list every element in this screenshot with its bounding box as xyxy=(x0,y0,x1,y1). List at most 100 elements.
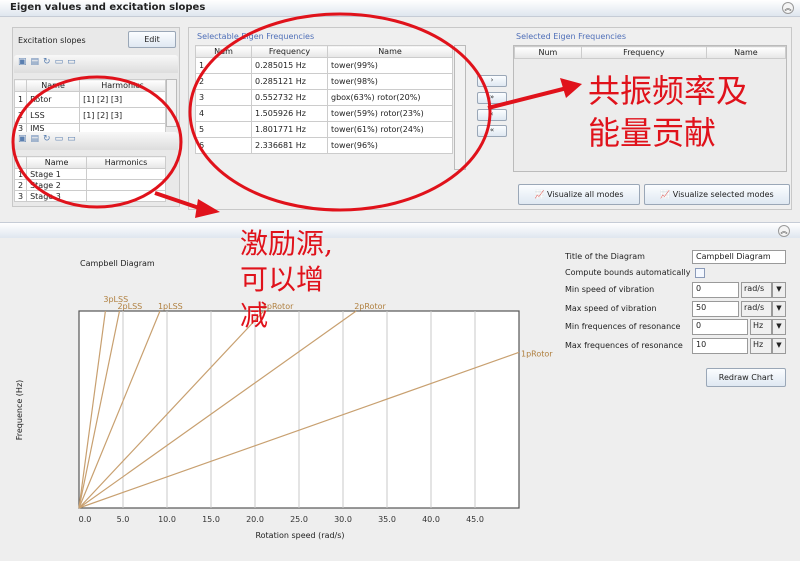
unit-select[interactable]: rad/s xyxy=(741,282,772,298)
chevron-down-icon[interactable]: ▼ xyxy=(772,300,786,317)
col-name[interactable]: Name xyxy=(26,156,88,169)
title-input[interactable]: Campbell Diagram xyxy=(692,250,786,264)
col-name[interactable]: Name xyxy=(327,45,453,58)
col-name[interactable]: Name xyxy=(705,46,787,59)
col-harmonics[interactable]: Harmonics xyxy=(79,79,166,92)
annotation-text: 能量贡献 xyxy=(588,114,717,152)
table-row[interactable]: 4 1.505926 Hz tower(59%) rotor(23%) xyxy=(195,105,453,122)
cell-num: 4 xyxy=(195,105,252,122)
row-num: 1 xyxy=(13,91,28,108)
table-row[interactable]: 2 0.285121 Hz tower(98%) xyxy=(195,73,453,90)
setting-label: Max speed of vibration xyxy=(565,303,657,313)
x-tick-label: 30.0 xyxy=(334,515,352,524)
cell-name[interactable]: Rotor xyxy=(26,91,81,108)
add-one-button[interactable]: › xyxy=(477,75,507,87)
cell-name: gbox(63%) rotor(20%) xyxy=(327,89,453,106)
col-frequency[interactable]: Frequency xyxy=(580,46,707,59)
setting-input[interactable]: 0 xyxy=(692,319,748,335)
x-tick-label: 25.0 xyxy=(290,515,308,524)
edit-button[interactable]: Edit xyxy=(128,31,176,48)
redraw-button[interactable]: Redraw Chart xyxy=(706,368,786,387)
export-icon[interactable]: ▭ xyxy=(67,57,80,67)
scrollbar[interactable] xyxy=(454,45,466,170)
annotation-text: 减 xyxy=(240,299,269,332)
setting-input[interactable]: 50 xyxy=(692,300,739,317)
cell-harmonics[interactable]: [1] [2] [3] xyxy=(79,91,166,108)
setting-input[interactable]: 10 xyxy=(692,337,748,354)
table-row[interactable]: 6 2.336681 Hz tower(96%) xyxy=(195,137,453,154)
col-num[interactable]: Num xyxy=(195,45,252,58)
col-harmonics[interactable]: Harmonics xyxy=(86,156,166,169)
col-num[interactable]: Num xyxy=(514,46,582,59)
collapse-icon[interactable]: ︽ xyxy=(782,2,794,14)
add-icon[interactable]: ↻ xyxy=(43,57,55,67)
x-tick-label: 15.0 xyxy=(202,515,220,524)
cell-num: 6 xyxy=(195,137,252,154)
x-tick-label: 20.0 xyxy=(246,515,264,524)
table-row[interactable]: 2 LSS [1] [2] [3] xyxy=(13,107,166,124)
excitation-label: Excitation slopes xyxy=(18,36,86,45)
unit-select[interactable]: Hz xyxy=(750,319,772,335)
table-row[interactable]: 3 0.552732 Hz gbox(63%) rotor(20%) xyxy=(195,89,453,106)
cell-name[interactable]: LSS xyxy=(26,107,81,124)
table-row[interactable]: 1 0.285015 Hz tower(99%) xyxy=(195,57,453,74)
selectable-title: Selectable Eigen Frequencies xyxy=(197,32,315,41)
chevron-down-icon[interactable]: ▼ xyxy=(772,282,786,298)
unit-select[interactable]: rad/s xyxy=(741,300,772,317)
chart-title: Campbell Diagram xyxy=(80,259,155,268)
export-icon[interactable]: ▭ xyxy=(67,134,80,144)
copy-icon[interactable]: ▣ xyxy=(18,57,31,67)
table-row[interactable]: 1 Stage 1 xyxy=(13,168,166,180)
panel-header-eigen: Eigen values and excitation slopes xyxy=(0,0,800,17)
cell-name[interactable]: Stage 1 xyxy=(26,168,88,180)
series-label: 1pRotor xyxy=(521,349,553,358)
cell-name: tower(61%) rotor(24%) xyxy=(327,121,453,138)
row-num: 1 xyxy=(13,168,28,180)
add-all-button[interactable]: » xyxy=(477,92,507,104)
visualize-all-button[interactable]: 📈 Visualize all modes xyxy=(518,184,640,205)
paste-icon[interactable]: ▤ xyxy=(31,57,44,67)
table-row[interactable]: 2 Stage 2 xyxy=(13,179,166,191)
table-row[interactable]: 5 1.801771 Hz tower(61%) rotor(24%) xyxy=(195,121,453,138)
remove-all-button[interactable]: « xyxy=(477,125,507,137)
visualize-selected-label: Visualize selected modes xyxy=(672,190,774,199)
visualize-selected-button[interactable]: 📈 Visualize selected modes xyxy=(644,184,790,205)
chevron-down-icon[interactable]: ▼ xyxy=(772,319,786,335)
setting-input[interactable]: 0 xyxy=(692,282,739,298)
col-frequency[interactable]: Frequency xyxy=(251,45,328,58)
cell-harmonics[interactable]: [1] [2] [3] xyxy=(79,107,166,124)
row-num: 2 xyxy=(13,107,28,124)
cell-frequency: 0.285121 Hz xyxy=(251,73,328,90)
compute-checkbox[interactable] xyxy=(695,268,705,278)
series-label: 1pLSS xyxy=(158,302,183,311)
compute-label: Compute bounds automatically xyxy=(565,268,691,277)
annotation-text: 激励源, xyxy=(240,227,333,260)
chevron-down-icon[interactable]: ▼ xyxy=(772,337,786,354)
row-num: 3 xyxy=(13,190,28,202)
unit-select[interactable]: Hz xyxy=(750,337,772,354)
col-name[interactable]: Name xyxy=(26,79,81,92)
paste-icon[interactable]: ▤ xyxy=(31,134,44,144)
add-icon[interactable]: ↻ xyxy=(43,134,55,144)
stages-table: Name Harmonics 1 Stage 1 2 Stage 2 3 Stage 3 xyxy=(13,156,166,202)
setting-label: Min frequences of resonance xyxy=(565,322,681,331)
excitation-annotation: 激励源, 可以增减 xyxy=(240,226,333,334)
table-row[interactable]: 1 Rotor [1] [2] [3] xyxy=(13,91,166,108)
series-label: 2pRotor xyxy=(354,302,386,311)
table-row[interactable]: 3 Stage 3 xyxy=(13,190,166,202)
setting-label: Min speed of vibration xyxy=(565,285,655,294)
resonance-annotation: 共振频率及 能量贡献 xyxy=(588,70,748,154)
copy-icon[interactable]: ▣ xyxy=(18,134,31,144)
series-label: 2pLSS xyxy=(117,302,142,311)
scrollbar[interactable] xyxy=(166,79,177,127)
import-icon[interactable]: ▭ xyxy=(55,57,68,67)
cell-frequency: 0.285015 Hz xyxy=(251,57,328,74)
title-label: Title of the Diagram xyxy=(565,252,645,261)
visualize-all-label: Visualize all modes xyxy=(547,190,624,199)
cell-name[interactable]: Stage 3 xyxy=(26,190,88,202)
chart-icon: 📈 xyxy=(534,190,547,199)
collapse-icon[interactable]: ︽ xyxy=(778,225,790,237)
import-icon[interactable]: ▭ xyxy=(55,134,68,144)
remove-one-button[interactable]: ‹ xyxy=(477,109,507,121)
cell-name[interactable]: Stage 2 xyxy=(26,179,88,191)
